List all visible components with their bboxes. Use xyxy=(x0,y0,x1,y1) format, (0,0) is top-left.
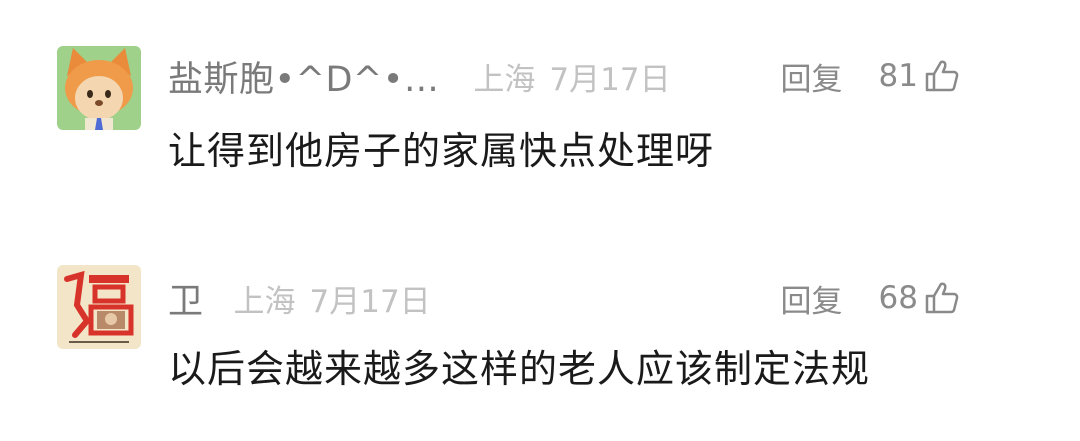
comment-location: 上海 xyxy=(473,61,536,98)
avatar[interactable] xyxy=(57,46,141,130)
avatar[interactable] xyxy=(57,265,141,349)
comment-meta: 卫 上海 7月17日 回复 68 xyxy=(168,276,1020,322)
reply-button[interactable]: 回复 xyxy=(781,54,843,99)
comment-actions: 回复 81 xyxy=(781,54,960,98)
thumbs-up-icon xyxy=(924,58,960,94)
comment-text: 以后会越来越多这样的老人应该制定法规 xyxy=(168,347,871,391)
thumbs-up-icon xyxy=(924,280,960,316)
comment-actions: 回复 68 xyxy=(781,276,960,320)
comment-location: 上海 xyxy=(233,283,296,320)
comment-meta: 盐斯胞•^D^•… 上海 7月17日 回复 81 xyxy=(168,54,1020,100)
reply-button[interactable]: 回复 xyxy=(781,276,843,321)
fu-character-avatar-icon xyxy=(57,265,141,349)
like-count: 68 xyxy=(878,280,918,316)
username[interactable]: 盐斯胞•^D^•… xyxy=(168,51,439,102)
comment-item: 盐斯胞•^D^•… 上海 7月17日 回复 81 让得到他房子的家属快点处理呀 xyxy=(0,40,1080,220)
cartoon-fox-avatar-icon xyxy=(57,46,141,130)
like-button[interactable]: 81 xyxy=(879,58,960,94)
like-count: 81 xyxy=(878,58,918,94)
comment-date: 7月17日 xyxy=(309,283,431,320)
username[interactable]: 卫 xyxy=(168,273,204,324)
comment-item: 卫 上海 7月17日 回复 68 以后会越来越多这样的老人应该制定法规 xyxy=(0,262,1080,422)
comment-text: 让得到他房子的家属快点处理呀 xyxy=(168,129,715,173)
comment-date: 7月17日 xyxy=(549,61,671,98)
like-button[interactable]: 68 xyxy=(879,280,960,316)
